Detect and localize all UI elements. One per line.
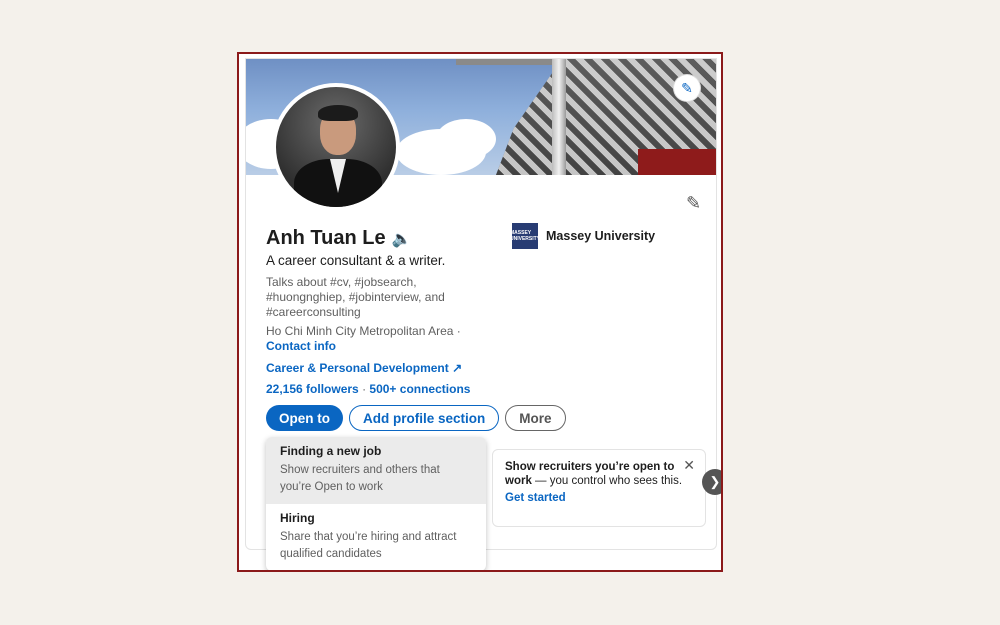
menu-item-title: Hiring	[280, 511, 315, 525]
add-profile-section-button[interactable]: Add profile section	[349, 405, 500, 431]
menu-item-title: Finding a new job	[280, 444, 382, 458]
avatar[interactable]	[272, 83, 400, 211]
external-link-icon: ↗	[452, 361, 463, 375]
promo-text: Show recruiters you’re open to work — yo…	[505, 460, 693, 488]
avatar-hair	[318, 105, 358, 121]
lamp-pole	[552, 59, 566, 175]
profile-name: Anh Tuan Le	[266, 227, 386, 249]
education-name: Massey University	[546, 229, 656, 243]
promo-body-text: — you control who sees this.	[531, 475, 683, 487]
open-to-button[interactable]: Open to	[266, 405, 343, 431]
open-to-work-promo: ✕ Show recruiters you’re open to work — …	[492, 449, 706, 527]
pencil-icon[interactable]: ✎	[686, 193, 701, 214]
profile-location: Ho Chi Minh City Metropolitan Area ·	[266, 324, 461, 338]
close-icon[interactable]: ✕	[683, 458, 695, 472]
education-item[interactable]: MASSEY UNIVERSITY Massey University	[510, 223, 656, 249]
menu-item-description: Show recruiters and others that you’re O…	[280, 464, 440, 493]
stats-separator: ·	[362, 382, 367, 396]
name-row: Anh Tuan Le 🔈	[266, 227, 412, 250]
menu-item-finding-job[interactable]: Finding a new job Show recruiters and ot…	[266, 437, 486, 504]
profile-card: ✎ ✎ Anh Tuan Le 🔈 A career consultant & …	[245, 58, 721, 570]
chevron-right-icon[interactable]: ❯	[702, 469, 721, 495]
open-to-menu: Finding a new job Show recruiters and ot…	[266, 437, 486, 570]
website-link[interactable]: Career & Personal Development ↗	[266, 361, 462, 375]
profile-stats: 22,156 followers · 500+ connections	[266, 382, 470, 396]
followers-link[interactable]: 22,156 followers	[266, 382, 359, 396]
cloud	[436, 119, 496, 159]
menu-item-hiring[interactable]: Hiring Share that you’re hiring and attr…	[266, 504, 486, 570]
pencil-icon[interactable]: ✎	[674, 75, 700, 101]
get-started-link[interactable]: Get started	[505, 491, 693, 505]
massey-logo: MASSEY UNIVERSITY	[510, 223, 540, 249]
more-button[interactable]: More	[505, 405, 566, 431]
red-structure	[638, 149, 716, 175]
speaker-icon[interactable]: 🔈	[392, 229, 412, 249]
contact-info-link[interactable]: Contact info	[266, 339, 336, 353]
talks-about: Talks about #cv, #jobsearch, #huongnghie…	[266, 275, 445, 319]
profile-headline: A career consultant & a writer.	[266, 253, 446, 268]
connections-link[interactable]: 500+ connections	[369, 382, 470, 396]
menu-item-description: Share that you’re hiring and attract qua…	[280, 531, 457, 560]
website-label: Career & Personal Development	[266, 361, 449, 375]
profile-actions: Open to Add profile section More	[266, 405, 566, 431]
screenshot-frame: ✎ ✎ Anh Tuan Le 🔈 A career consultant & …	[237, 52, 723, 572]
